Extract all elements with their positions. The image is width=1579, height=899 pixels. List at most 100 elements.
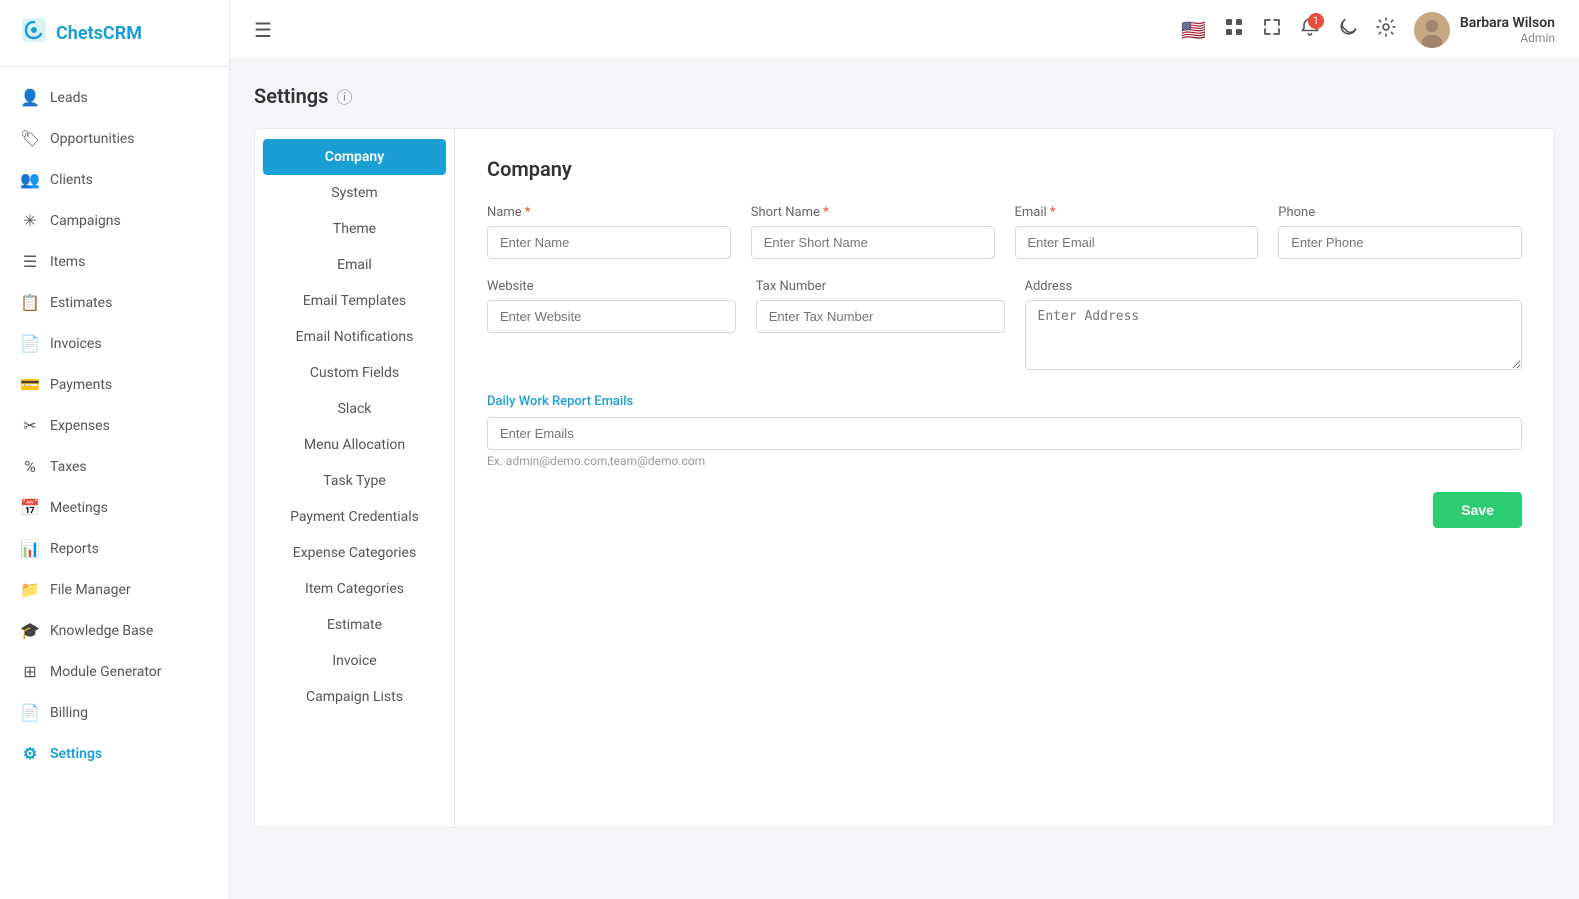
form-group-website: Website (487, 279, 736, 374)
settings-nav-expense-categories[interactable]: Expense Categories (255, 535, 454, 571)
logo[interactable]: ChetsCRM (0, 0, 229, 67)
page-title: Settings (254, 84, 328, 108)
user-info: Barbara Wilson Admin (1460, 15, 1555, 45)
notification-bell-icon[interactable]: 1 (1300, 17, 1320, 42)
apps-grid-icon[interactable] (1224, 17, 1244, 42)
notification-count-badge: 1 (1308, 13, 1324, 29)
settings-nav-task-type[interactable]: Task Type (255, 463, 454, 499)
save-button[interactable]: Save (1433, 492, 1522, 528)
campaigns-icon: ✳ (20, 211, 40, 230)
sidebar-item-reports-label: Reports (50, 541, 99, 557)
settings-nav-email[interactable]: Email (255, 247, 454, 283)
expand-icon[interactable] (1262, 17, 1282, 42)
username: Barbara Wilson (1460, 15, 1555, 31)
sidebar-item-leads[interactable]: 👤 Leads (0, 77, 229, 118)
short-name-input[interactable] (751, 226, 995, 259)
leads-icon: 👤 (20, 88, 40, 107)
settings-nav-email-notifications[interactable]: Email Notifications (255, 319, 454, 355)
topbar-right: 🇺🇸 1 (1181, 12, 1555, 48)
tax-number-input[interactable] (756, 300, 1005, 333)
settings-nav-payment-credentials[interactable]: Payment Credentials (255, 499, 454, 535)
items-icon: ☰ (20, 252, 40, 271)
sidebar-item-campaigns[interactable]: ✳ Campaigns (0, 200, 229, 241)
sidebar-item-meetings[interactable]: 📅 Meetings (0, 487, 229, 528)
settings-nav-company[interactable]: Company (263, 139, 446, 175)
phone-input[interactable] (1278, 226, 1522, 259)
email-label: Email * (1015, 205, 1259, 220)
logo-text: ChetsCRM (56, 23, 142, 44)
settings-nav-item-categories[interactable]: Item Categories (255, 571, 454, 607)
settings-nav-estimate[interactable]: Estimate (255, 607, 454, 643)
sidebar-item-reports[interactable]: 📊 Reports (0, 528, 229, 569)
name-required: * (525, 205, 531, 220)
form-group-tax-number: Tax Number (756, 279, 1005, 374)
taxes-icon: % (20, 457, 40, 476)
sidebar-item-billing-label: Billing (50, 705, 88, 721)
sidebar-item-knowledge-base[interactable]: 🎓 Knowledge Base (0, 610, 229, 651)
sidebar-item-opportunities-label: Opportunities (50, 131, 135, 147)
sidebar-item-leads-label: Leads (50, 90, 88, 106)
form-group-email: Email * (1015, 205, 1259, 259)
settings-nav-custom-fields[interactable]: Custom Fields (255, 355, 454, 391)
sidebar-item-settings[interactable]: ⚙ Settings (0, 733, 229, 774)
sidebar: ChetsCRM 👤 Leads 🏷 Opportunities 👥 Clien… (0, 0, 230, 899)
website-input[interactable] (487, 300, 736, 333)
main-area: ☰ 🇺🇸 1 (230, 0, 1579, 899)
sidebar-item-taxes[interactable]: % Taxes (0, 446, 229, 487)
settings-nav-theme[interactable]: Theme (255, 211, 454, 247)
form-group-short-name: Short Name * (751, 205, 995, 259)
sidebar-item-invoices[interactable]: 📄 Invoices (0, 323, 229, 364)
reports-icon: 📊 (20, 539, 40, 558)
billing-icon: 📄 (20, 703, 40, 722)
opportunities-icon: 🏷 (20, 129, 40, 148)
name-input[interactable] (487, 226, 731, 259)
sidebar-item-billing[interactable]: 📄 Billing (0, 692, 229, 733)
sidebar-item-campaigns-label: Campaigns (50, 213, 121, 229)
address-textarea[interactable] (1025, 300, 1523, 370)
sidebar-item-module-generator[interactable]: ⊞ Module Generator (0, 651, 229, 692)
language-flag-icon[interactable]: 🇺🇸 (1181, 18, 1206, 42)
sidebar-item-estimates[interactable]: 📋 Estimates (0, 282, 229, 323)
estimates-icon: 📋 (20, 293, 40, 312)
sidebar-item-payments[interactable]: 💳 Payments (0, 364, 229, 405)
emails-hint: Ex. admin@demo.com,team@demo.com (487, 454, 1522, 468)
website-label: Website (487, 279, 736, 294)
sidebar-item-clients[interactable]: 👥 Clients (0, 159, 229, 200)
settings-nav-slack[interactable]: Slack (255, 391, 454, 427)
payments-icon: 💳 (20, 375, 40, 394)
form-group-name: Name * (487, 205, 731, 259)
clients-icon: 👥 (20, 170, 40, 189)
content-area: Settings ⓘ Company System Theme Email Em… (230, 60, 1579, 899)
settings-nav-campaign-lists[interactable]: Campaign Lists (255, 679, 454, 715)
save-row: Save (487, 492, 1522, 528)
invoices-icon: 📄 (20, 334, 40, 353)
dark-mode-icon[interactable] (1338, 17, 1358, 42)
info-icon[interactable]: ⓘ (336, 84, 352, 108)
settings-nav-system[interactable]: System (255, 175, 454, 211)
email-input[interactable] (1015, 226, 1259, 259)
daily-report-label: Daily Work Report Emails (487, 394, 1522, 409)
hamburger-button[interactable]: ☰ (254, 18, 272, 42)
logo-icon (20, 16, 48, 50)
sidebar-item-file-manager[interactable]: 📁 File Manager (0, 569, 229, 610)
short-name-label: Short Name * (751, 205, 995, 220)
sidebar-item-invoices-label: Invoices (50, 336, 102, 352)
address-label: Address (1025, 279, 1523, 294)
form-row-1: Name * Short Name * Email * (487, 205, 1522, 259)
gear-icon[interactable] (1376, 17, 1396, 42)
sidebar-item-items[interactable]: ☰ Items (0, 241, 229, 282)
sidebar-item-estimates-label: Estimates (50, 295, 112, 311)
sidebar-item-expenses[interactable]: ✂ Expenses (0, 405, 229, 446)
sidebar-item-expenses-label: Expenses (50, 418, 110, 434)
user-profile[interactable]: Barbara Wilson Admin (1414, 12, 1555, 48)
settings-container: Company System Theme Email Email Templat… (254, 128, 1555, 828)
settings-nav-email-templates[interactable]: Email Templates (255, 283, 454, 319)
topbar-left: ☰ (254, 18, 272, 42)
settings-nav-menu-allocation[interactable]: Menu Allocation (255, 427, 454, 463)
module-generator-icon: ⊞ (20, 662, 40, 681)
sidebar-item-opportunities[interactable]: 🏷 Opportunities (0, 118, 229, 159)
sidebar-item-clients-label: Clients (50, 172, 93, 188)
emails-input[interactable] (487, 417, 1522, 450)
settings-icon: ⚙ (20, 744, 40, 763)
settings-nav-invoice[interactable]: Invoice (255, 643, 454, 679)
